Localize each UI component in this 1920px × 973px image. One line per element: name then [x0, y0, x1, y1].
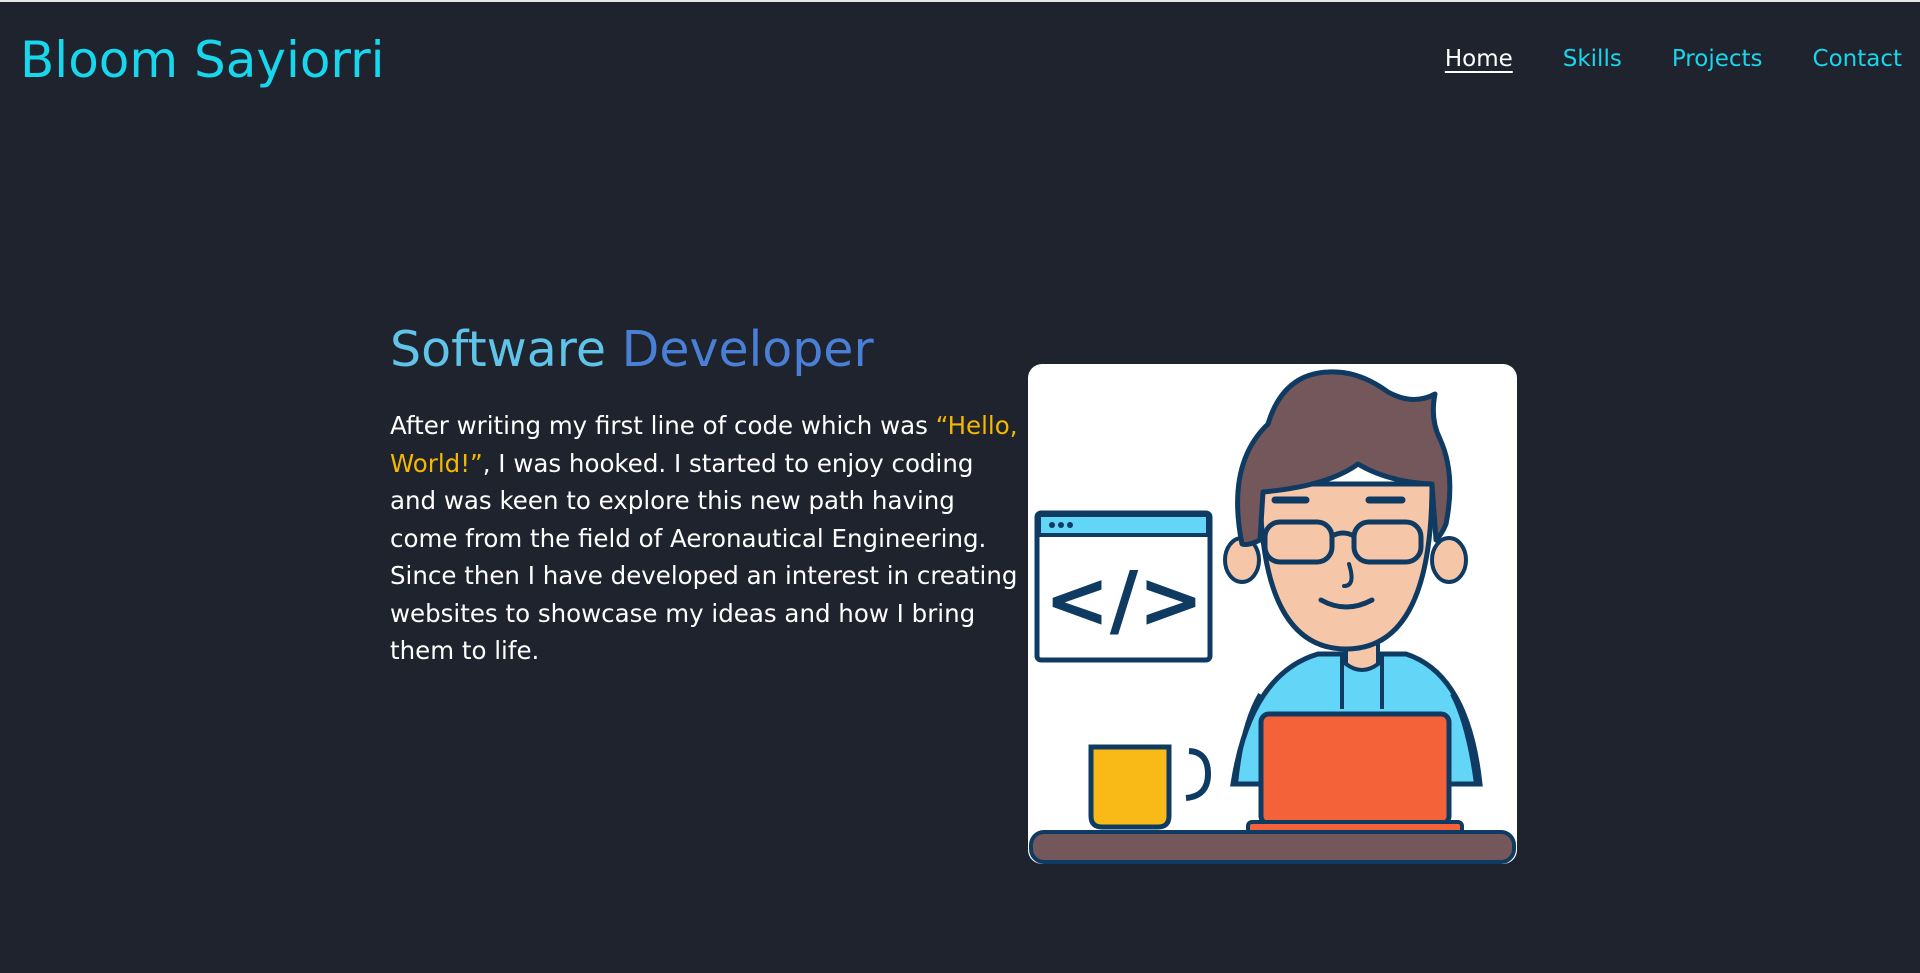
- code-symbol-text: </>: [1044, 556, 1203, 646]
- nav-link-projects[interactable]: Projects: [1672, 42, 1763, 76]
- nav-link-skills[interactable]: Skills: [1563, 42, 1622, 76]
- page: Bloom Sayiorri Home Skills Projects Cont…: [0, 0, 1920, 973]
- hero-title: Software Developer: [390, 320, 874, 380]
- developer-illustration-svg: </>: [1029, 369, 1516, 864]
- developer-head: [1223, 369, 1468, 652]
- hero-title-word-developer: Developer: [621, 321, 874, 378]
- hero-title-word-software: Software: [390, 321, 607, 378]
- developer-illustration: </>: [1028, 364, 1517, 864]
- coffee-mug-icon: [1088, 744, 1212, 830]
- hero-text-intro: After writing my first line of code whic…: [390, 411, 936, 440]
- desk: [1029, 830, 1516, 864]
- code-window-icon: </>: [1034, 510, 1213, 663]
- hero-description: After writing my first line of code whic…: [390, 407, 1025, 670]
- nav-link-contact[interactable]: Contact: [1813, 42, 1902, 76]
- main-nav: Home Skills Projects Contact: [1445, 42, 1902, 76]
- nav-link-home[interactable]: Home: [1445, 42, 1513, 76]
- laptop-icon: [1246, 711, 1464, 838]
- hero-text-rest: , I was hooked. I started to enjoy codin…: [390, 448, 1018, 666]
- brand-logo-text[interactable]: Bloom Sayiorri: [20, 30, 385, 90]
